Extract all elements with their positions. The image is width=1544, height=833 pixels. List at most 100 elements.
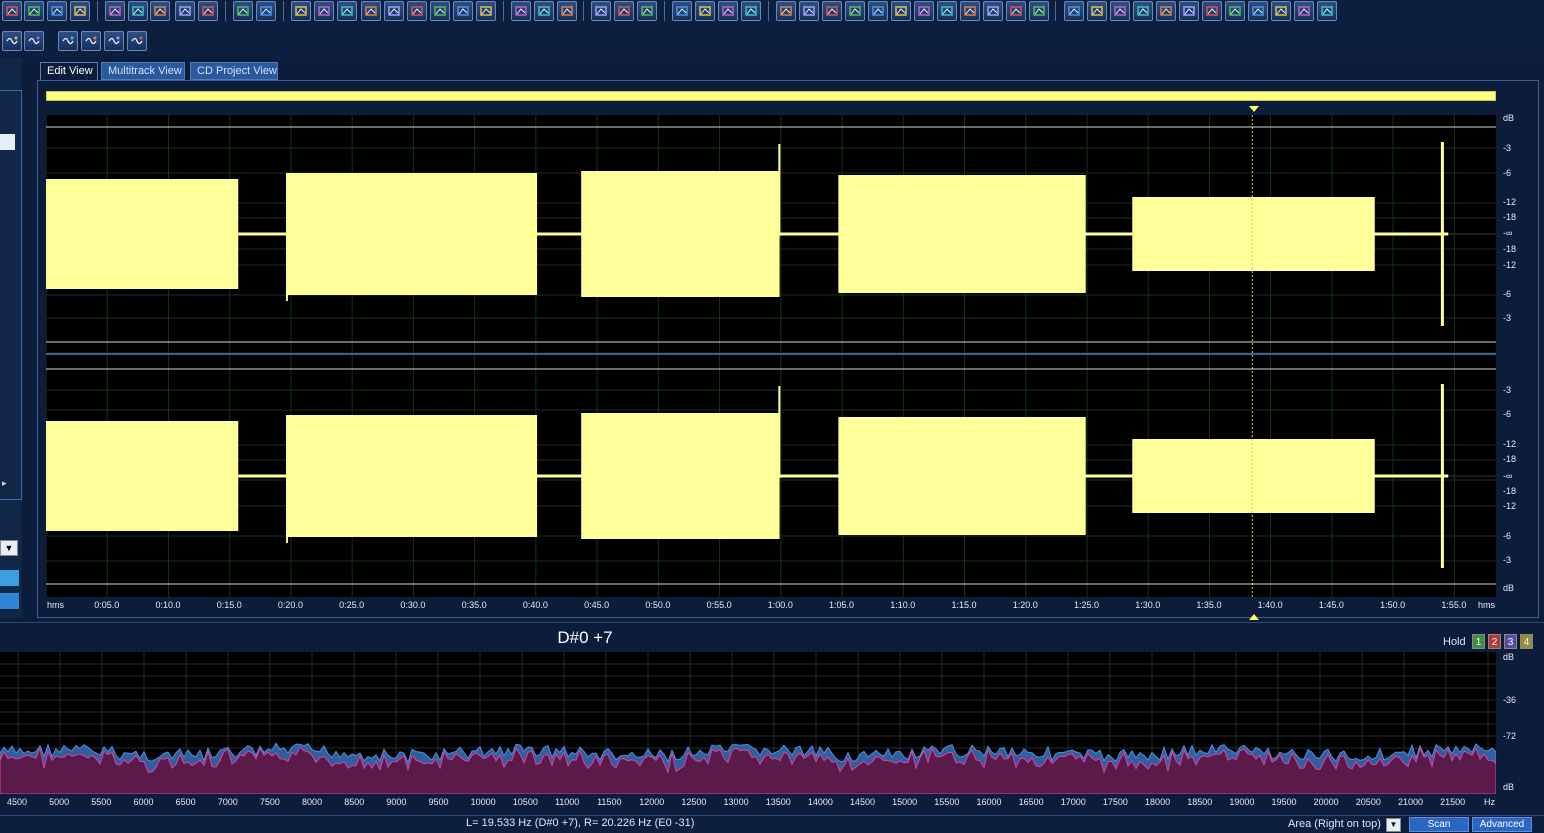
toolbar-button-icon[interactable] (361, 1, 381, 21)
toolbar-button-icon[interactable] (637, 1, 657, 21)
toolbar-button-icon[interactable] (557, 1, 577, 21)
transient-spike (778, 386, 781, 478)
left-panel-button-1[interactable] (0, 570, 19, 586)
time-label: 1:55.0 (1441, 600, 1467, 610)
hold-button-1[interactable]: 1 (1472, 634, 1485, 649)
toolbar-button-icon[interactable] (70, 1, 90, 21)
playhead-top-marker-icon[interactable] (1249, 106, 1259, 112)
waveform-display[interactable] (46, 115, 1496, 597)
toolbar-button-icon[interactable] (868, 1, 888, 21)
spectrum-canvas[interactable] (0, 652, 1496, 794)
frequency-label: 19000 (1229, 797, 1255, 807)
toolbar-button-icon[interactable] (105, 1, 125, 21)
tab-multitrack-view[interactable]: Multitrack View (101, 62, 185, 80)
tab-edit-view[interactable]: Edit View (40, 62, 98, 80)
toolbar-button-icon[interactable] (718, 1, 738, 21)
toolbar-button-icon[interactable] (58, 31, 78, 51)
toolbar-button-icon[interactable] (1225, 1, 1245, 21)
toolbar-button-icon[interactable] (2, 1, 22, 21)
frequency-label: 14000 (807, 797, 833, 807)
frequency-label: 7500 (259, 797, 280, 807)
frequency-label: 4500 (7, 797, 28, 807)
toolbar-button-icon[interactable] (591, 1, 611, 21)
spectrum-display[interactable] (0, 652, 1496, 794)
advanced-button[interactable]: Advanced (1472, 817, 1532, 832)
toolbar-button-icon[interactable] (1248, 1, 1268, 21)
left-panel-field[interactable] (0, 134, 15, 150)
mode-select-value[interactable]: Area (Right on top) (1288, 818, 1381, 830)
waveform-tone-block (1132, 439, 1375, 513)
toolbar-button-icon[interactable] (233, 1, 253, 21)
toolbar-button-icon[interactable] (1202, 1, 1222, 21)
toolbar-button-icon[interactable] (1156, 1, 1176, 21)
toolbar-button-icon[interactable] (534, 1, 554, 21)
toolbar-button-icon[interactable] (128, 1, 148, 21)
toolbar-button-icon[interactable] (430, 1, 450, 21)
hold-button-2[interactable]: 2 (1488, 634, 1501, 649)
time-label: 1:45.0 (1318, 600, 1344, 610)
left-panel-button-2[interactable] (0, 593, 19, 609)
toolbar-button-icon[interactable] (407, 1, 427, 21)
toolbar-button-icon[interactable] (384, 1, 404, 21)
hold-button-3[interactable]: 3 (1504, 634, 1517, 649)
toolbar-button-icon[interactable] (799, 1, 819, 21)
tab-cd-project-view[interactable]: CD Project View (190, 62, 278, 80)
toolbar-button-icon[interactable] (314, 1, 334, 21)
toolbar-button-icon[interactable] (104, 31, 124, 51)
toolbar-button-icon[interactable] (24, 1, 44, 21)
toolbar-button-icon[interactable] (337, 1, 357, 21)
toolbar-button-icon[interactable] (1006, 1, 1026, 21)
toolbar-button-icon[interactable] (1133, 1, 1153, 21)
toolbar-button-icon[interactable] (695, 1, 715, 21)
spectrum-db-label: dB (1503, 652, 1515, 662)
frequency-label: 5000 (49, 797, 70, 807)
toolbar-button-icon[interactable] (511, 1, 531, 21)
mode-dropdown-chevron-icon[interactable]: ▼ (1386, 818, 1401, 832)
toolbar-button-icon[interactable] (47, 1, 67, 21)
toolbar-button-icon[interactable] (1294, 1, 1314, 21)
toolbar-button-icon[interactable] (1179, 1, 1199, 21)
toolbar-button-icon[interactable] (1110, 1, 1130, 21)
toolbar-button-icon[interactable] (983, 1, 1003, 21)
toolbar-button-icon[interactable] (150, 1, 170, 21)
toolbar-button-icon[interactable] (741, 1, 761, 21)
waveform-tone-block (581, 171, 780, 297)
left-panel-arrow-icon: ▸ (2, 478, 7, 488)
toolbar-button-icon[interactable] (937, 1, 957, 21)
toolbar-button-icon[interactable] (1317, 1, 1337, 21)
left-dropdown-chevron-icon[interactable]: ▼ (0, 540, 18, 556)
toolbar-button-icon[interactable] (24, 31, 44, 51)
toolbar-button-icon[interactable] (776, 1, 796, 21)
toolbar-button-icon[interactable] (845, 1, 865, 21)
time-ruler[interactable]: hms 0:05.0 0:10.0 0:15.0 0:20.0 0:25.0 0:30.0 0… (46, 597, 1496, 613)
toolbar-button-icon[interactable] (476, 1, 496, 21)
toolbar-button-icon[interactable] (1029, 1, 1049, 21)
toolbar-button-icon[interactable] (2, 31, 22, 51)
scan-button[interactable]: Scan (1409, 817, 1469, 832)
playhead-bottom-marker-icon[interactable] (1249, 614, 1259, 620)
toolbar-separator (768, 1, 769, 21)
time-label: 0:45.0 (584, 600, 610, 610)
toolbar-button-icon[interactable] (1064, 1, 1084, 21)
toolbar-button-icon[interactable] (960, 1, 980, 21)
toolbar-button-icon[interactable] (291, 1, 311, 21)
toolbar-button-icon[interactable] (822, 1, 842, 21)
waveform-canvas[interactable] (46, 115, 1496, 597)
time-label: 0:25.0 (339, 600, 365, 610)
toolbar-button-icon[interactable] (81, 31, 101, 51)
transient-spike (1440, 384, 1444, 568)
waveform-overview-bar[interactable] (46, 91, 1496, 101)
toolbar-button-icon[interactable] (614, 1, 634, 21)
frequency-label: 15500 (934, 797, 960, 807)
toolbar-button-icon[interactable] (914, 1, 934, 21)
hold-button-4[interactable]: 4 (1520, 634, 1533, 649)
toolbar-button-icon[interactable] (175, 1, 195, 21)
toolbar-button-icon[interactable] (1271, 1, 1291, 21)
toolbar-button-icon[interactable] (256, 1, 276, 21)
toolbar-button-icon[interactable] (672, 1, 692, 21)
toolbar-button-icon[interactable] (198, 1, 218, 21)
toolbar-button-icon[interactable] (127, 31, 147, 51)
toolbar-button-icon[interactable] (891, 1, 911, 21)
toolbar-button-icon[interactable] (1087, 1, 1107, 21)
toolbar-button-icon[interactable] (453, 1, 473, 21)
